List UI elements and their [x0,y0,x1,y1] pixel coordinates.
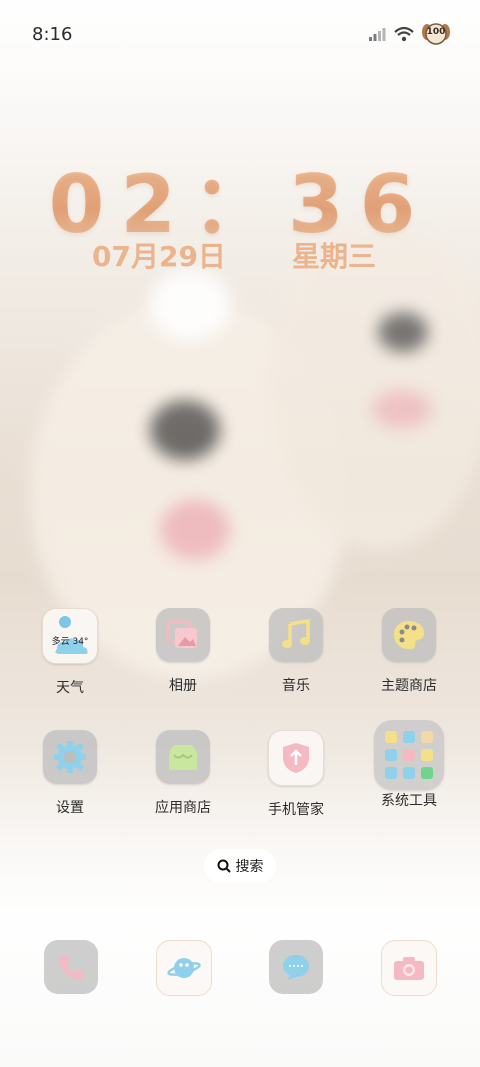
dock-phone[interactable] [44,940,98,994]
app-phone-manager[interactable]: 手机管家 [248,730,344,819]
status-icons: 100 [368,22,450,46]
app-label: 系统工具 [381,793,437,809]
status-time: 8:16 [32,24,73,45]
system-tools-folder-icon [374,720,444,790]
dock-messages[interactable] [269,940,323,994]
music-icon [269,608,323,662]
photos-icon [156,608,210,662]
weather-temperature: 34° [72,637,89,647]
app-music[interactable]: 音乐 [248,608,344,695]
app-weather[interactable]: 多云 34° 天气 [22,608,118,697]
search-icon [217,859,231,873]
camera-icon [381,940,437,996]
app-label: 相册 [169,678,197,694]
app-store-icon [156,730,210,784]
app-label: 手机管家 [268,802,324,818]
date-row: 07月29日 星期三 [0,235,480,275]
settings-icon [43,730,97,784]
dock-browser[interactable] [156,940,212,996]
app-label: 应用商店 [155,800,211,816]
battery-level: 100 [426,27,446,37]
app-app-store[interactable]: 应用商店 [135,730,231,817]
phone-manager-icon [268,730,324,786]
search-label: 搜索 [235,859,264,875]
clock-weekday: 星期三 [292,240,377,273]
weather-condition: 多云 [51,637,70,647]
weather-icon: 多云 34° [42,608,98,664]
app-label: 天气 [56,680,84,696]
app-label: 设置 [56,800,84,816]
status-bar: 8:16 100 [0,0,480,68]
theme-store-icon [382,608,436,662]
folder-system-tools[interactable]: 系统工具 [361,720,457,810]
app-theme-store[interactable]: 主题商店 [361,608,457,695]
app-settings[interactable]: 设置 [22,730,118,817]
signal-icon [369,28,386,41]
search-button[interactable]: 搜索 [204,849,276,883]
phone-icon [44,940,98,994]
app-photos[interactable]: 相册 [135,608,231,695]
battery-icon: 100 [422,22,450,46]
browser-icon [156,940,212,996]
dock-camera[interactable] [381,940,437,996]
app-label: 音乐 [282,678,310,694]
app-label: 主题商店 [381,678,437,694]
wifi-icon [394,26,414,42]
messages-icon [269,940,323,994]
clock-date: 07月29日 [92,240,226,273]
